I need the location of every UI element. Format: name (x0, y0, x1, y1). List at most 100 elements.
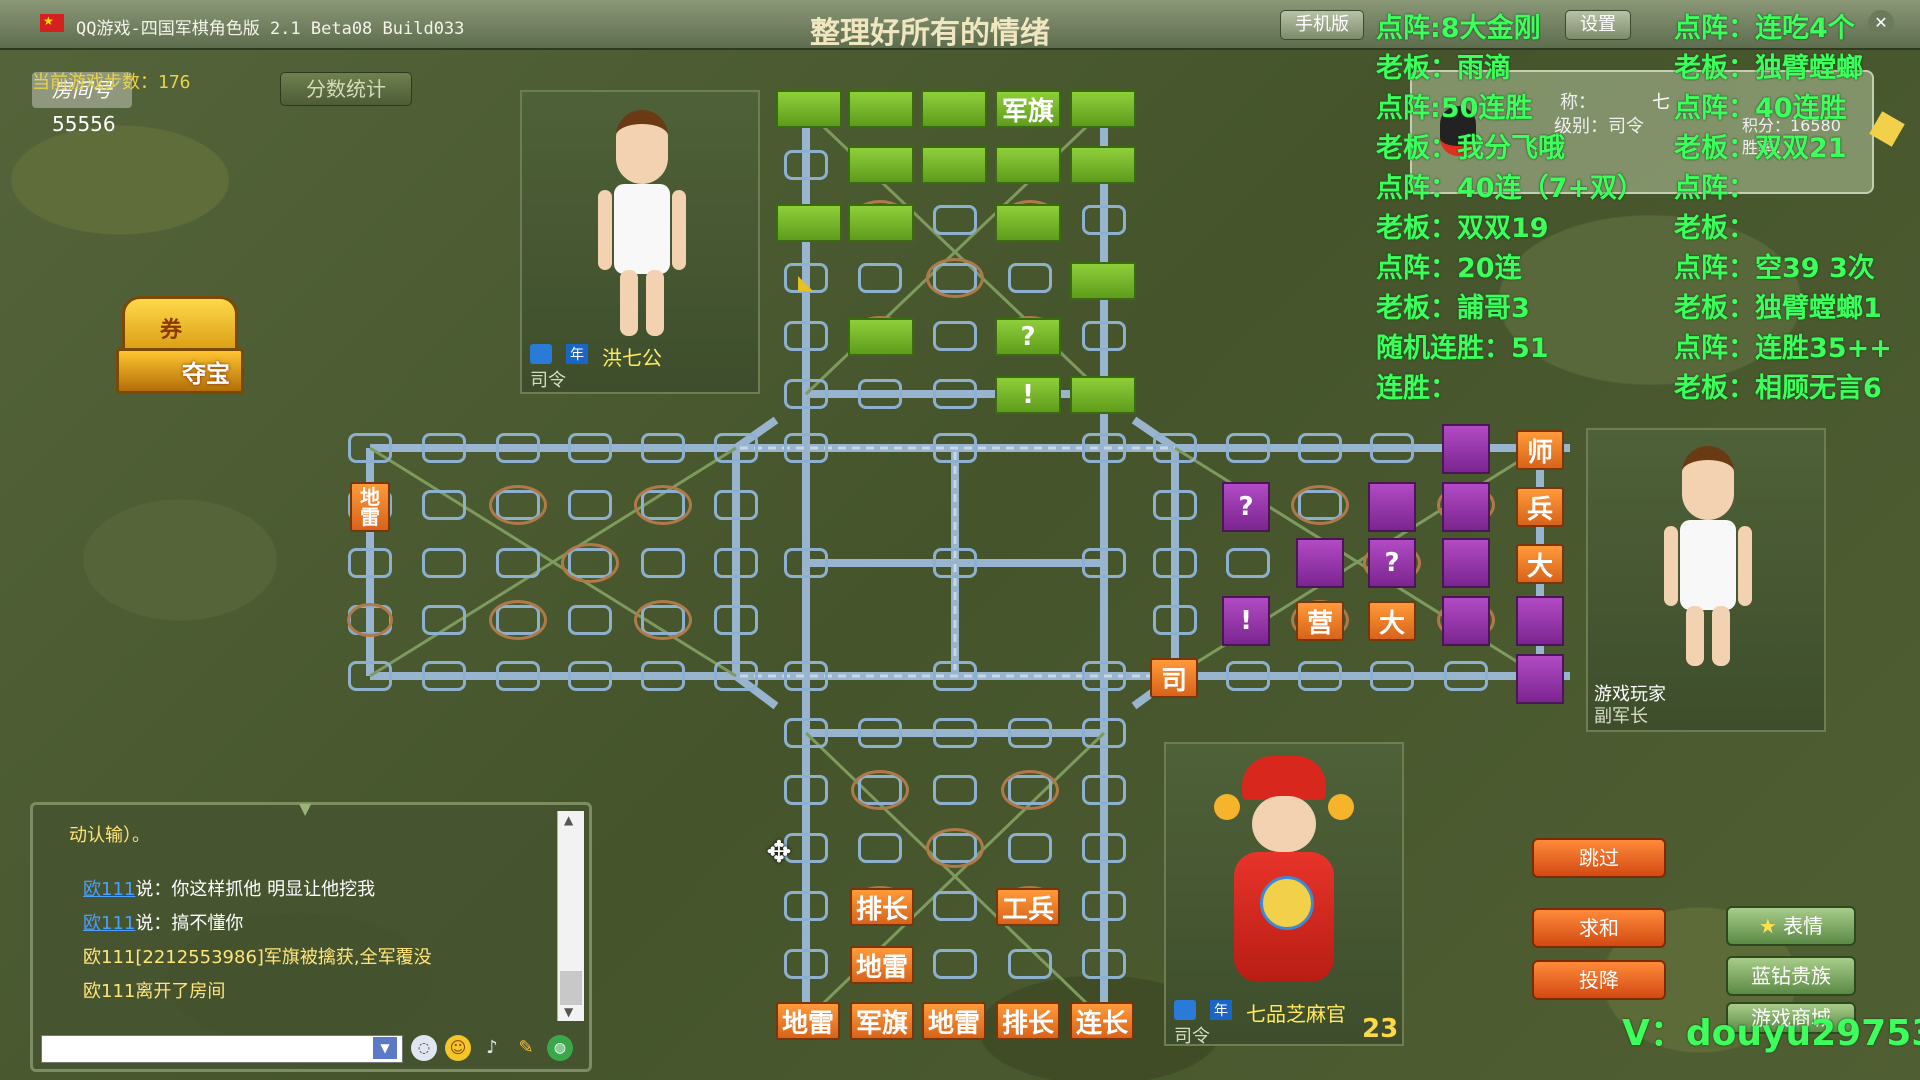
board-cell[interactable] (784, 661, 828, 691)
board-cell[interactable] (641, 661, 685, 691)
board-cell[interactable] (1226, 548, 1270, 578)
board-camp[interactable] (926, 828, 984, 868)
board-cell[interactable] (568, 490, 612, 520)
board-cell[interactable] (1008, 949, 1052, 979)
green-piece[interactable] (1070, 376, 1136, 414)
board-cell[interactable] (1008, 833, 1052, 863)
board-cell[interactable] (1082, 891, 1126, 921)
purple-piece[interactable] (1516, 596, 1564, 646)
board-camp[interactable] (851, 770, 909, 810)
board-cell[interactable] (714, 433, 758, 463)
green-piece-flag[interactable]: 军旗 (995, 90, 1061, 128)
orange-piece-big[interactable]: 大 (1516, 544, 1564, 584)
chat-dropdown-icon[interactable]: ▼ (373, 1037, 397, 1059)
board-cell[interactable] (933, 718, 977, 748)
globe-icon[interactable]: ◍ (547, 1035, 573, 1061)
board-cell[interactable] (568, 661, 612, 691)
collapse-arrow-icon[interactable]: ▼ (299, 799, 311, 818)
board-cell[interactable] (1226, 661, 1270, 691)
board-cell[interactable] (496, 548, 540, 578)
purple-piece-marked[interactable]: ! (1222, 596, 1270, 646)
orange-piece-platoon[interactable]: 排长 (996, 1002, 1060, 1040)
board-cell[interactable] (933, 433, 977, 463)
emotion-button[interactable]: ★ 表情 (1726, 906, 1856, 946)
board-cell[interactable] (496, 661, 540, 691)
board-cell[interactable] (1153, 433, 1197, 463)
board-cell[interactable] (1370, 661, 1414, 691)
board-cell[interactable] (1082, 949, 1126, 979)
board-cell[interactable] (1082, 775, 1126, 805)
purple-piece[interactable] (1442, 424, 1490, 474)
board-cell[interactable] (348, 661, 392, 691)
board-cell[interactable] (568, 433, 612, 463)
orange-piece-flag[interactable]: 军旗 (850, 1002, 914, 1040)
board-cell[interactable] (1153, 490, 1197, 520)
board-cell[interactable] (1226, 433, 1270, 463)
board-cell[interactable] (1082, 833, 1126, 863)
green-piece[interactable] (995, 204, 1061, 242)
orange-piece-company[interactable]: 连长 (1070, 1002, 1134, 1040)
wrench-icon[interactable]: ✎ (513, 1035, 539, 1061)
board-cell[interactable] (933, 321, 977, 351)
chat-username[interactable]: 欧111 (83, 913, 135, 934)
chat-input[interactable] (41, 1035, 403, 1063)
board-camp[interactable] (489, 485, 547, 525)
green-piece[interactable] (848, 204, 914, 242)
chat-username[interactable]: 欧111 (83, 879, 135, 900)
board-cell[interactable] (1008, 718, 1052, 748)
board-cell[interactable] (496, 433, 540, 463)
green-piece[interactable] (848, 90, 914, 128)
smiley-icon[interactable]: ☺ (445, 1035, 471, 1061)
board-cell[interactable] (858, 379, 902, 409)
board-camp[interactable] (1001, 770, 1059, 810)
board-cell[interactable] (1444, 661, 1488, 691)
board-camp[interactable] (634, 485, 692, 525)
board-cell[interactable] (933, 379, 977, 409)
surrender-button[interactable]: 投降 (1532, 960, 1666, 1000)
board-cell[interactable] (422, 661, 466, 691)
board-cell[interactable] (784, 775, 828, 805)
board-cell[interactable] (933, 205, 977, 235)
purple-piece[interactable] (1442, 538, 1490, 588)
blue-diamond-button[interactable]: 蓝钻贵族 (1726, 956, 1856, 996)
board-cell[interactable] (714, 661, 758, 691)
board-cell[interactable] (1298, 661, 1342, 691)
board-cell[interactable] (568, 605, 612, 635)
purple-piece[interactable] (1516, 654, 1564, 704)
purple-piece-unknown[interactable]: ? (1222, 482, 1270, 532)
board-cell[interactable] (1370, 433, 1414, 463)
board-cell[interactable] (784, 891, 828, 921)
green-piece[interactable] (995, 146, 1061, 184)
board-cell[interactable] (348, 548, 392, 578)
purple-piece[interactable] (1368, 482, 1416, 532)
chat-scrollbar[interactable]: ▲ ▼ (557, 811, 584, 1021)
board-cell[interactable] (784, 718, 828, 748)
board-cell[interactable] (784, 949, 828, 979)
board-cell[interactable] (641, 433, 685, 463)
orange-piece-division[interactable]: 师 (1516, 430, 1564, 470)
board-cell[interactable] (1153, 548, 1197, 578)
board-camp[interactable] (634, 600, 692, 640)
board-camp[interactable] (1291, 485, 1349, 525)
green-piece[interactable] (848, 146, 914, 184)
board-cell[interactable] (858, 263, 902, 293)
board-cell[interactable] (933, 891, 977, 921)
board-cell[interactable] (784, 150, 828, 180)
orange-piece-big[interactable]: 大 (1368, 601, 1416, 641)
board-cell[interactable] (641, 548, 685, 578)
board-cell[interactable] (714, 548, 758, 578)
board-cell[interactable] (933, 949, 977, 979)
orange-piece-engineer[interactable]: 工兵 (996, 888, 1060, 926)
board-cell[interactable] (784, 379, 828, 409)
board-cell[interactable] (933, 548, 977, 578)
orange-piece-mine[interactable]: 地雷 (350, 482, 390, 532)
speech-bubble-icon[interactable]: ◌ (411, 1035, 437, 1061)
board-cell[interactable] (1082, 718, 1126, 748)
board-cell[interactable] (1298, 433, 1342, 463)
green-piece[interactable] (1070, 90, 1136, 128)
green-piece[interactable] (1070, 146, 1136, 184)
orange-piece-platoon[interactable]: 排长 (850, 888, 914, 926)
board-cell[interactable] (1008, 263, 1052, 293)
board-cell[interactable] (714, 605, 758, 635)
purple-piece[interactable] (1442, 596, 1490, 646)
